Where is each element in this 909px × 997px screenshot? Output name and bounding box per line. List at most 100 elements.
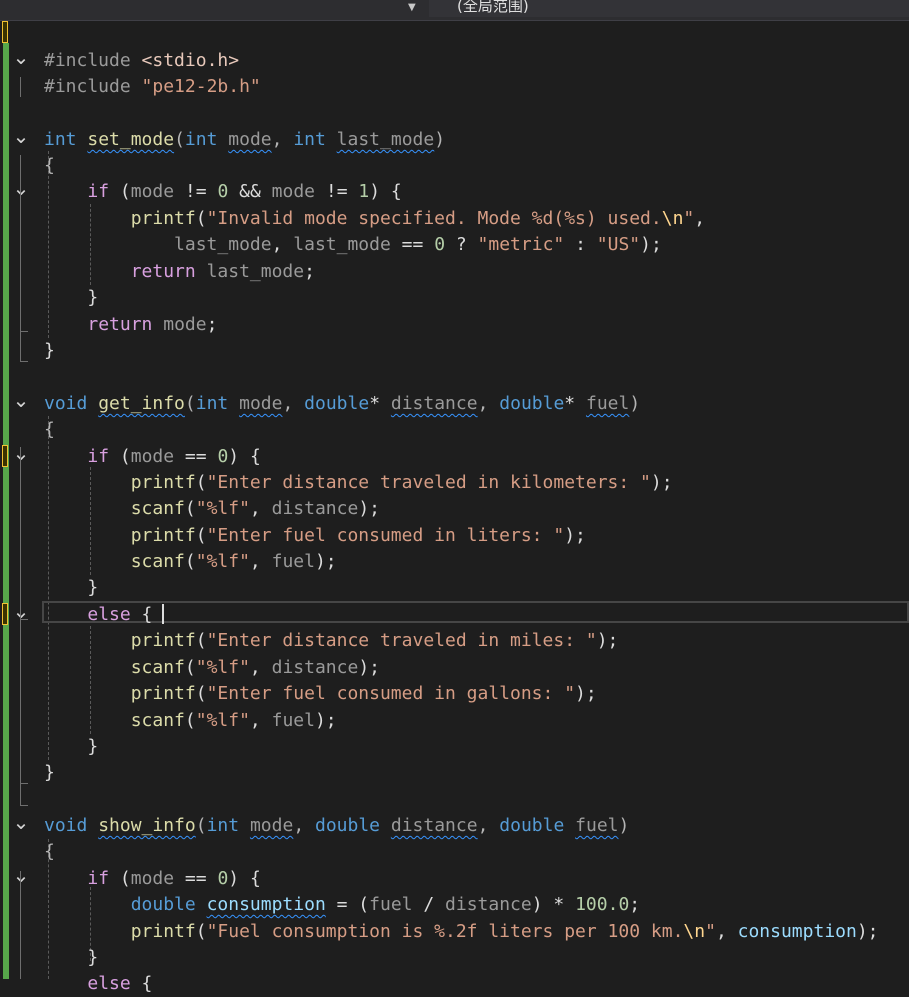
code-line: #include <stdio.h> [44,48,239,74]
code-token: , [715,921,738,942]
code-token: ); [856,921,879,942]
code-token: , [271,129,294,150]
code-token: int [206,815,240,836]
fold-chevron-icon[interactable]: ⌄ [12,443,30,470]
code-line: last_mode, last_mode == 0 ? "metric" : "… [44,232,662,258]
code-token: { [130,973,153,994]
code-token: } [44,287,99,308]
code-token: , [249,551,272,572]
code-token: last_mode [206,261,305,282]
code-token: ) { [369,181,402,202]
code-token: } [44,736,99,757]
code-token: printf [130,208,196,229]
code-line: void get_info(int mode, double* distance… [44,391,640,417]
code-token: ); [314,710,337,731]
code-token: ) [618,815,630,836]
code-token: \n [661,208,684,229]
code-token: "Enter fuel consumed in liters: " [206,525,565,546]
fold-chevron-icon[interactable]: ⌄ [12,865,30,892]
code-token: ( [184,657,196,678]
code-token: != [174,181,218,202]
code-token: ) [434,129,446,150]
code-token: if [87,868,110,889]
code-token: "%lf" [195,498,250,519]
code-token: mode [249,815,294,836]
code-token: int [44,129,77,150]
code-token: fuel [271,551,315,572]
code-token: = ( [325,894,370,915]
code-token: mode [130,868,175,889]
code-token: ); [564,525,586,546]
code-token: double [499,393,565,414]
code-editor[interactable]: ⌄ ⌄ ⌄ ⌄ ⌄ ⌄ ⌄ ⌄ #include <stdio.h> #include "pe… [0,21,909,994]
code-token: ); [358,498,380,519]
code-token: mode [239,393,283,414]
fold-chevron-icon[interactable]: ⌄ [12,178,30,205]
code-token: scanf [130,710,185,731]
code-token: { [130,604,164,625]
scope-dropdown[interactable]: (全局范围) [429,0,909,17]
code-token: return [130,261,196,282]
code-line: { [44,417,55,443]
code-token: ); [596,630,619,651]
code-token: 0 [434,234,446,255]
code-token: ) { [228,446,261,467]
code-token: get_info [98,393,185,414]
code-token: } [44,577,99,598]
code-token: } [44,340,55,361]
code-line: printf("Enter fuel consumed in liters: "… [44,523,586,549]
fold-region-end [20,361,28,362]
code-line: #include "pe12-2b.h" [44,74,261,100]
code-token: last_mode [336,129,435,150]
code-token: { [44,841,55,862]
fold-chevron-icon[interactable]: ⌄ [12,126,30,153]
code-token: } [44,762,55,783]
change-marker [2,21,8,43]
code-token: "US" [596,234,641,255]
code-token: } [44,947,99,968]
code-line: printf("Enter distance traveled in miles… [44,628,619,654]
code-token: 1 [358,181,370,202]
code-line: printf("Invalid mode specified. Mode %d(… [44,206,705,232]
fold-chevron-icon[interactable]: ⌄ [12,390,30,417]
code-token: "Enter distance traveled in miles: " [206,630,597,651]
code-token: 0 [217,868,229,889]
code-token: printf [130,921,196,942]
code-token: { [44,419,55,440]
code-token: ( [195,525,207,546]
code-line: scanf("%lf", distance); [44,496,380,522]
code-token: , [293,815,315,836]
code-token: consumption [737,921,857,942]
code-token: "%lf" [195,551,250,572]
code-token: int [293,129,326,150]
code-token: "Fuel consumption is %.2f liters per 100… [206,921,684,942]
code-token: , [477,393,500,414]
fold-chevron-icon[interactable]: ⌄ [12,601,30,628]
code-token: "metric" [477,234,565,255]
code-token: else [87,973,131,994]
include-directive: #include [44,76,142,97]
code-token: fuel [369,894,413,915]
include-directive: #include [44,50,142,71]
code-token: last_mode [293,234,391,255]
code-token: ( [195,683,207,704]
code-line: return last_mode; [44,259,315,285]
code-token: 0 [217,181,229,202]
fold-chevron-icon[interactable]: ⌄ [12,812,30,839]
fold-chevron-icon[interactable]: ⌄ [12,47,30,74]
code-token: return [87,314,153,335]
chevron-down-icon[interactable]: ▼ [408,2,416,13]
